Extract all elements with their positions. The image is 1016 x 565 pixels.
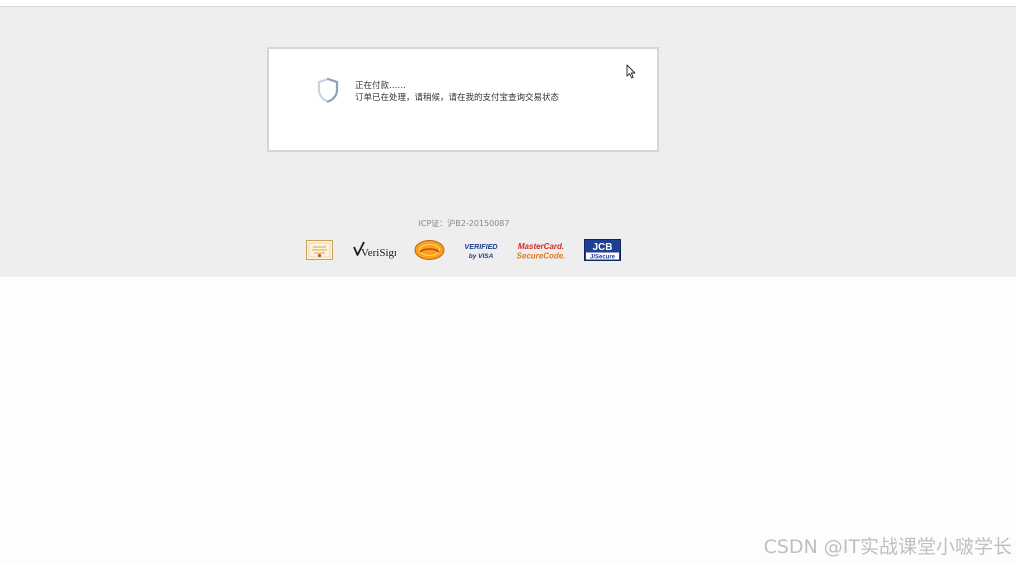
- payment-status-detail: 订单已在处理，请稍候，请在我的支付宝查询交易状态: [355, 93, 560, 103]
- mouse-pointer-icon: [626, 64, 636, 79]
- secure-payment-badge-icon[interactable]: [414, 239, 445, 261]
- jcb-jsecure-badge[interactable]: JCB J/Secure: [584, 239, 621, 261]
- shield-icon: [317, 77, 339, 103]
- verified-by-visa-line1: VERIFIED: [464, 242, 497, 251]
- mastercard-line2: SecureCode.: [517, 252, 566, 261]
- top-header-strip: [0, 0, 1016, 7]
- mastercard-securecode-badge[interactable]: MasterCard. SecureCode.: [516, 239, 566, 261]
- watermark: CSDN @IT实战课堂小啵学长: [763, 536, 1012, 558]
- verified-by-visa-badge[interactable]: VERIFIED by VISA: [464, 239, 498, 261]
- payment-status-title: 正在付款……: [355, 81, 407, 91]
- certificate-badge-icon[interactable]: [306, 239, 333, 261]
- verified-by-visa-line2: by VISA: [469, 253, 494, 260]
- icp-license: ICP证：沪B2-20150087: [418, 219, 510, 228]
- mastercard-line1: MasterCard.: [518, 242, 564, 251]
- payment-status-message: 正在付款…… 订单已在处理，请稍候，请在我的支付宝查询交易状态: [355, 80, 559, 104]
- jcb-line1: JCB: [592, 242, 612, 253]
- verisign-text: VeriSign: [361, 247, 396, 259]
- jcb-line2: J/Secure: [590, 255, 616, 261]
- verisign-badge[interactable]: VeriSign: [352, 239, 396, 261]
- payment-page: 正在付款…… 订单已在处理，请稍候，请在我的支付宝查询交易状态 ICP证：沪B2…: [0, 7, 1016, 277]
- trust-badges: VeriSign VERIFIED by VISA MasterCard. Se…: [306, 239, 626, 261]
- payment-status-card: 正在付款…… 订单已在处理，请稍候，请在我的支付宝查询交易状态: [267, 47, 659, 152]
- site-logo[interactable]: [8, 0, 180, 4]
